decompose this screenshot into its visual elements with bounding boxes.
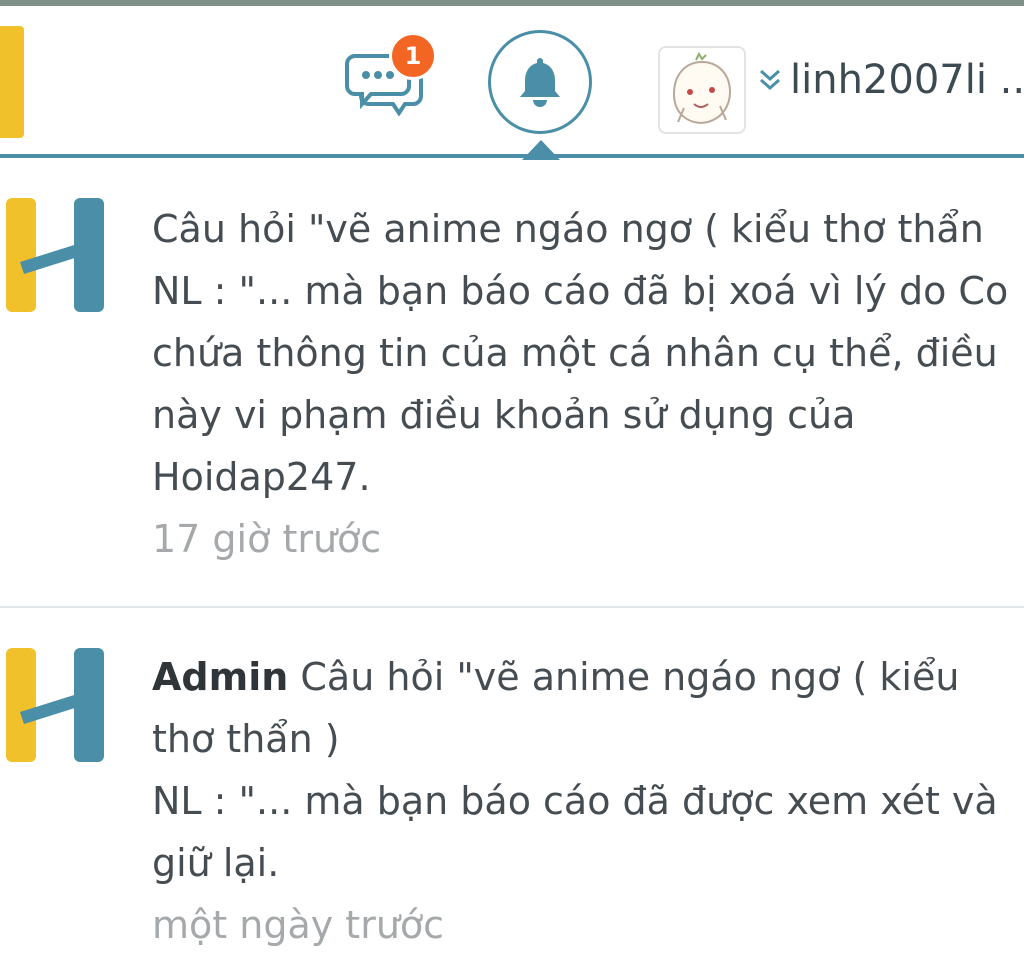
notification-author: Admin [152,655,289,699]
notification-line: này vi phạm điều khoản sử dụng của [152,393,856,437]
avatar[interactable] [658,46,746,134]
notifications-page: 1 linh2007li .. Câu hỏi "vẽ anime ngáo n… [0,0,1024,954]
username: linh2007li .. [790,57,1024,103]
notification-line: NL : "... mà bạn báo cáo đã bị xoá vì lý… [152,269,1009,313]
notification-item[interactable]: Admin Câu hỏi "vẽ anime ngáo ngơ ( kiểu … [0,610,1024,954]
notification-item[interactable]: Câu hỏi "vẽ anime ngáo ngơ ( kiểu thơ th… [0,158,1024,608]
bell-icon [520,58,560,107]
notification-time: một ngày trước [152,903,445,947]
notification-time: 17 giờ trước [152,517,382,561]
site-logo[interactable] [0,26,24,138]
messages-badge: 1 [389,32,437,80]
notification-divider [0,606,1024,608]
notification-text: Câu hỏi "vẽ anime ngáo ngơ ( kiểu thơ th… [152,198,1024,570]
notification-line: NL : "... mà bạn báo cáo đã được xem xét… [152,779,998,823]
notification-line: Câu hỏi "vẽ anime ngáo ngơ ( kiểu thơ th… [152,207,984,251]
notification-line: Hoidap247. [152,455,371,499]
notification-text: Admin Câu hỏi "vẽ anime ngáo ngơ ( kiểu … [152,646,1024,954]
hoidap-h-logo-icon [6,648,104,762]
notification-line: Admin Câu hỏi "vẽ anime ngáo ngơ ( kiểu [152,646,1024,708]
double-chevron-down-icon [760,69,780,91]
notification-line: thơ thẩn ) [152,717,340,761]
user-menu[interactable]: linh2007li .. [758,50,1024,110]
hoidap-h-logo-icon [6,198,104,312]
header-bar: 1 linh2007li .. [0,6,1024,160]
avatar-icon [660,48,744,132]
notification-line: giữ lại. [152,841,280,885]
notification-line: chứa thông tin của một cá nhân cụ thể, đ… [152,331,998,375]
notification-first-line: Câu hỏi "vẽ anime ngáo ngơ ( kiểu [288,655,960,699]
notifications-button[interactable] [488,30,592,134]
